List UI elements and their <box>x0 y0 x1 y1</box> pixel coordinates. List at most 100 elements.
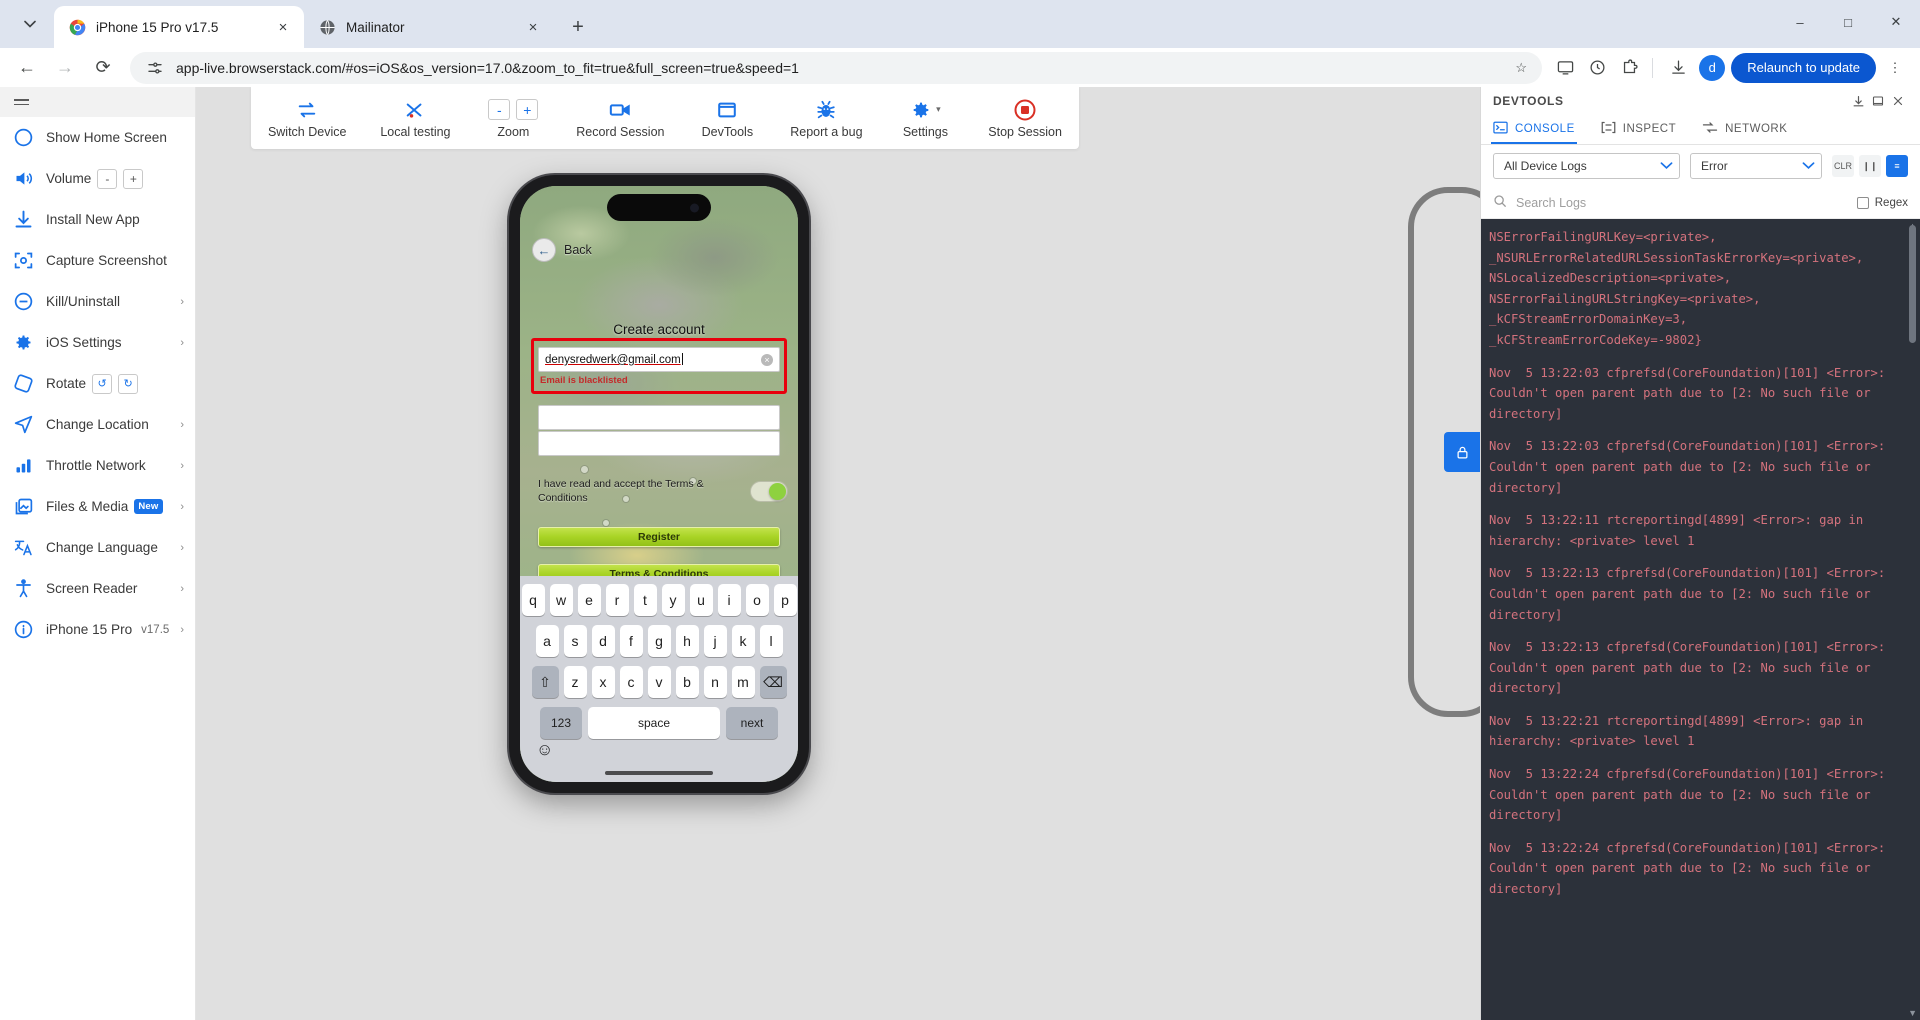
report-a-bug-button[interactable]: Report a bug <box>786 98 866 139</box>
bookmark-star-icon[interactable]: ☆ <box>1506 53 1536 83</box>
key-c[interactable]: c <box>619 666 643 698</box>
stop-session-button[interactable]: Stop Session <box>984 98 1066 139</box>
back-button[interactable]: ← <box>10 51 44 85</box>
pause-logs-button[interactable]: ❙❙ <box>1859 155 1881 177</box>
tab-mailinator[interactable]: Mailinator × <box>304 6 554 48</box>
zoom-control[interactable]: - + Zoom <box>480 98 546 139</box>
sidebar-item-screen-reader[interactable]: Screen Reader › <box>0 568 195 609</box>
rotate-right-button[interactable]: ↻ <box>118 373 139 394</box>
regex-checkbox[interactable] <box>1856 196 1869 209</box>
tab-console[interactable]: CONSOLE <box>1491 115 1577 144</box>
minimize-icon[interactable] <box>1868 91 1888 111</box>
key-a[interactable]: a <box>535 625 559 657</box>
download-icon[interactable] <box>1663 53 1693 83</box>
space-key[interactable]: space <box>588 707 720 739</box>
sidebar-collapse-button[interactable] <box>14 98 29 106</box>
address-bar[interactable]: app-live.browserstack.com/#os=iOS&os_ver… <box>130 51 1543 84</box>
log-level-select[interactable]: Error <box>1690 153 1822 179</box>
sidebar-item-change-location[interactable]: Change Location › <box>0 404 195 445</box>
emoji-icon[interactable]: ☺ <box>536 740 553 760</box>
next-key[interactable]: next <box>726 707 778 739</box>
tab-close-button[interactable]: × <box>522 16 544 38</box>
volume-up-button[interactable]: + <box>123 168 144 189</box>
console-scroll-thumb[interactable] <box>1909 225 1916 343</box>
console-scrollbar[interactable]: ▲ ▼ <box>1908 219 1918 1020</box>
key-z[interactable]: z <box>563 666 587 698</box>
devtools-button[interactable]: DevTools <box>694 98 760 139</box>
browser-menu-button[interactable]: ⋮ <box>1880 53 1910 83</box>
close-icon[interactable] <box>1888 91 1908 111</box>
sidebar-item-rotate[interactable]: Rotate ↺ ↻ <box>0 363 195 404</box>
extensions-icon[interactable] <box>1614 53 1644 83</box>
key-b[interactable]: b <box>675 666 699 698</box>
phone-screen[interactable]: ← Back Create account denysredwerk@gmail… <box>520 186 798 782</box>
sidebar-item-capture-screenshot[interactable]: Capture Screenshot <box>0 240 195 281</box>
key-u[interactable]: u <box>689 584 713 616</box>
screencast-icon[interactable] <box>1550 53 1580 83</box>
tab-iphone-15-pro[interactable]: iPhone 15 Pro v17.5 × <box>54 6 304 48</box>
search-logs-input[interactable]: Search Logs <box>1516 196 1848 210</box>
key-h[interactable]: h <box>675 625 699 657</box>
key-d[interactable]: d <box>591 625 615 657</box>
key-t[interactable]: t <box>633 584 657 616</box>
forward-button[interactable]: → <box>48 51 82 85</box>
clear-logs-button[interactable]: CLR <box>1832 155 1854 177</box>
key-y[interactable]: y <box>661 584 685 616</box>
key-e[interactable]: e <box>577 584 601 616</box>
new-tab-button[interactable]: + <box>562 11 594 43</box>
sidebar-item-install-new-app[interactable]: Install New App <box>0 199 195 240</box>
sidebar-item-throttle-network[interactable]: Throttle Network › <box>0 445 195 486</box>
sidebar-item-volume[interactable]: Volume - + <box>0 158 195 199</box>
confirm-password-input[interactable] <box>538 431 780 456</box>
key-x[interactable]: x <box>591 666 615 698</box>
sidebar-item-files-media[interactable]: Files & Media New › <box>0 486 195 527</box>
regex-toggle[interactable]: Regex <box>1856 196 1908 209</box>
tab-inspect[interactable]: INSPECT <box>1599 115 1678 144</box>
zoom-out-button[interactable]: - <box>488 99 511 120</box>
console-output[interactable]: NSErrorFailingURLKey=<private>, _NSURLEr… <box>1481 219 1920 1020</box>
minimize-button[interactable]: – <box>1776 0 1824 44</box>
rotate-left-button[interactable]: ↺ <box>92 373 113 394</box>
sidebar-item-ios-settings[interactable]: iOS Settings › <box>0 322 195 363</box>
maximize-button[interactable]: □ <box>1824 0 1872 44</box>
home-indicator[interactable] <box>605 771 713 775</box>
privacy-icon[interactable] <box>1582 53 1612 83</box>
key-k[interactable]: k <box>731 625 755 657</box>
terms-toggle[interactable] <box>750 481 788 503</box>
log-source-select[interactable]: All Device Logs <box>1493 153 1681 179</box>
key-f[interactable]: f <box>619 625 643 657</box>
scroll-down-icon[interactable]: ▼ <box>1908 1008 1917 1018</box>
key-j[interactable]: j <box>703 625 727 657</box>
switch-device-button[interactable]: Switch Device <box>264 98 351 139</box>
profile-avatar[interactable]: d <box>1699 54 1726 81</box>
key-g[interactable]: g <box>647 625 671 657</box>
key-n[interactable]: n <box>703 666 727 698</box>
key-m[interactable]: m <box>731 666 755 698</box>
close-window-button[interactable]: ✕ <box>1872 0 1920 44</box>
sidebar-item-show-home-screen[interactable]: Show Home Screen <box>0 117 195 158</box>
key-q[interactable]: q <box>521 584 545 616</box>
key-l[interactable]: l <box>759 625 783 657</box>
sidebar-item-kill-uninstall[interactable]: Kill/Uninstall › <box>0 281 195 322</box>
key-s[interactable]: s <box>563 625 587 657</box>
volume-down-button[interactable]: - <box>97 168 118 189</box>
backspace-key[interactable]: ⌫ <box>759 666 787 698</box>
sidebar-item-change-language[interactable]: Change Language › <box>0 527 195 568</box>
wrap-logs-button[interactable]: ≡ <box>1886 155 1908 177</box>
tab-close-button[interactable]: × <box>272 16 294 38</box>
key-i[interactable]: i <box>717 584 741 616</box>
sidebar-item-device-info[interactable]: iPhone 15 Pro v17.5 › <box>0 609 195 650</box>
key-o[interactable]: o <box>745 584 769 616</box>
register-button[interactable]: Register <box>538 527 780 547</box>
tab-search-button[interactable] <box>8 7 52 41</box>
key-r[interactable]: r <box>605 584 629 616</box>
app-back-button[interactable]: ← Back <box>532 238 592 262</box>
password-input[interactable] <box>538 405 780 430</box>
key-w[interactable]: w <box>549 584 573 616</box>
zoom-in-button[interactable]: + <box>516 99 539 120</box>
reload-button[interactable]: ⟳ <box>86 51 120 85</box>
local-testing-button[interactable]: Local testing Local testing <box>376 98 454 139</box>
tab-network[interactable]: NETWORK <box>1700 115 1789 144</box>
numbers-key[interactable]: 123 <box>540 707 582 739</box>
site-settings-icon[interactable] <box>144 57 166 79</box>
